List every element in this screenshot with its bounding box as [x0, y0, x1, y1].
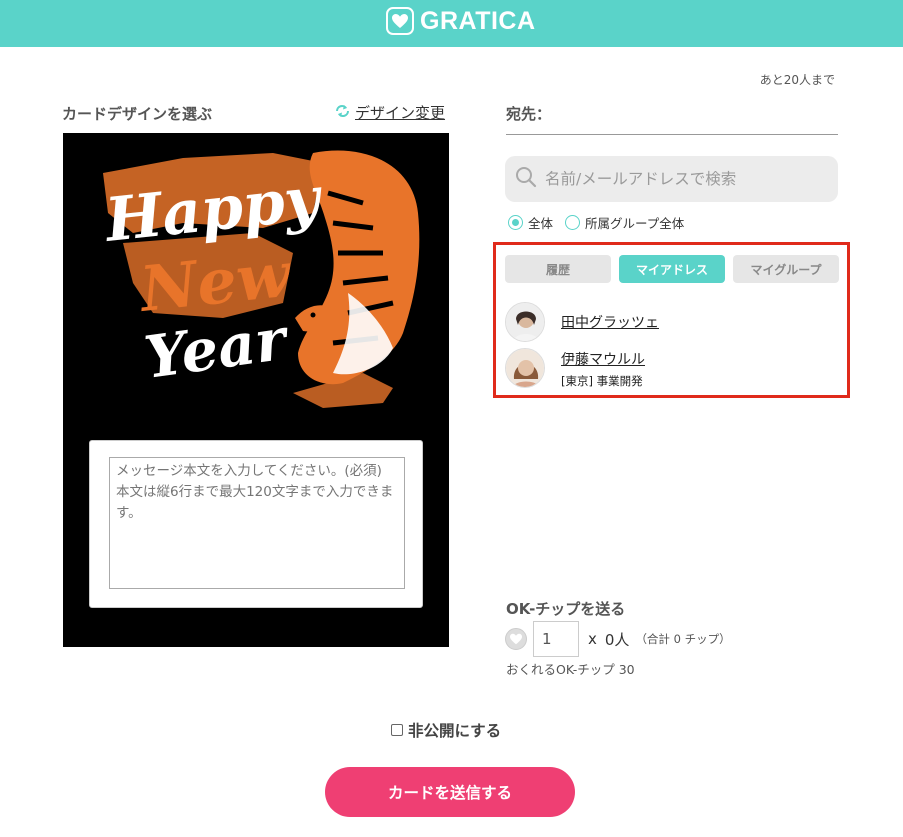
recipient-count: 0人 [604, 630, 630, 649]
brand-name: GRATICA [420, 6, 536, 35]
remaining-chips: おくれるOK-チップ 30 [506, 662, 635, 677]
heart-logo-icon [386, 7, 414, 35]
radio-group-all[interactable]: 所属グループ全体 [565, 213, 684, 232]
chip-quantity-input[interactable] [533, 621, 579, 657]
change-design-link[interactable]: デザイン変更 [334, 102, 445, 123]
radio-all[interactable]: 全体 [508, 213, 553, 232]
private-checkbox[interactable] [391, 724, 403, 736]
card-preview[interactable]: Happy New Year [63, 133, 449, 647]
contact-name[interactable]: 田中グラッツェ [561, 312, 659, 332]
avatar [505, 302, 545, 342]
logo[interactable]: GRATICA [386, 6, 536, 36]
avatar [505, 348, 545, 388]
heart-icon[interactable] [505, 628, 527, 650]
radio-all-label: 全体 [528, 216, 554, 231]
recipient-search[interactable] [505, 156, 838, 202]
search-input[interactable] [545, 170, 815, 188]
chip-row: x 0人 （合計 0 チップ） [505, 621, 731, 657]
search-icon [515, 166, 537, 192]
chip-total: （合計 0 チップ） [635, 632, 731, 646]
send-card-button[interactable]: カードを送信する [325, 767, 575, 817]
contact-department: [東京] 事業開発 [561, 374, 643, 388]
contact-item[interactable]: 田中グラッツェ [505, 302, 659, 342]
radio-unselected-icon [565, 215, 581, 230]
header-bar: GRATICA [0, 0, 903, 47]
tab-my-group[interactable]: マイグループ [733, 255, 839, 283]
private-toggle[interactable]: 非公開にする [391, 719, 501, 741]
contact-name[interactable]: 伊藤マウルル [561, 349, 645, 369]
scope-radio-group: 全体 所属グループ全体 [508, 213, 696, 232]
radio-group-all-label: 所属グループ全体 [585, 216, 685, 231]
change-design-label: デザイン変更 [355, 104, 446, 122]
message-panel [89, 440, 423, 608]
times-sign: x [588, 630, 597, 648]
tab-history[interactable]: 履歴 [505, 255, 611, 283]
address-tabs: 履歴 マイアドレス マイグループ [505, 255, 839, 283]
remaining-recipients: あと20人まで [759, 73, 835, 87]
design-section-label: カードデザインを選ぶ [62, 105, 213, 123]
tab-my-address[interactable]: マイアドレス [619, 255, 725, 283]
message-body-input[interactable] [109, 457, 405, 589]
refresh-icon [334, 104, 351, 122]
private-label: 非公開にする [408, 722, 502, 740]
recipient-label: 宛先： [506, 105, 552, 123]
recipient-underline [506, 134, 838, 135]
card-art-image: Happy New Year [100, 150, 420, 408]
radio-selected-icon [508, 215, 523, 230]
contact-item[interactable]: 伊藤マウルル [東京] 事業開発 [505, 348, 645, 389]
chip-section-title: OK-チップを送る [506, 600, 626, 618]
